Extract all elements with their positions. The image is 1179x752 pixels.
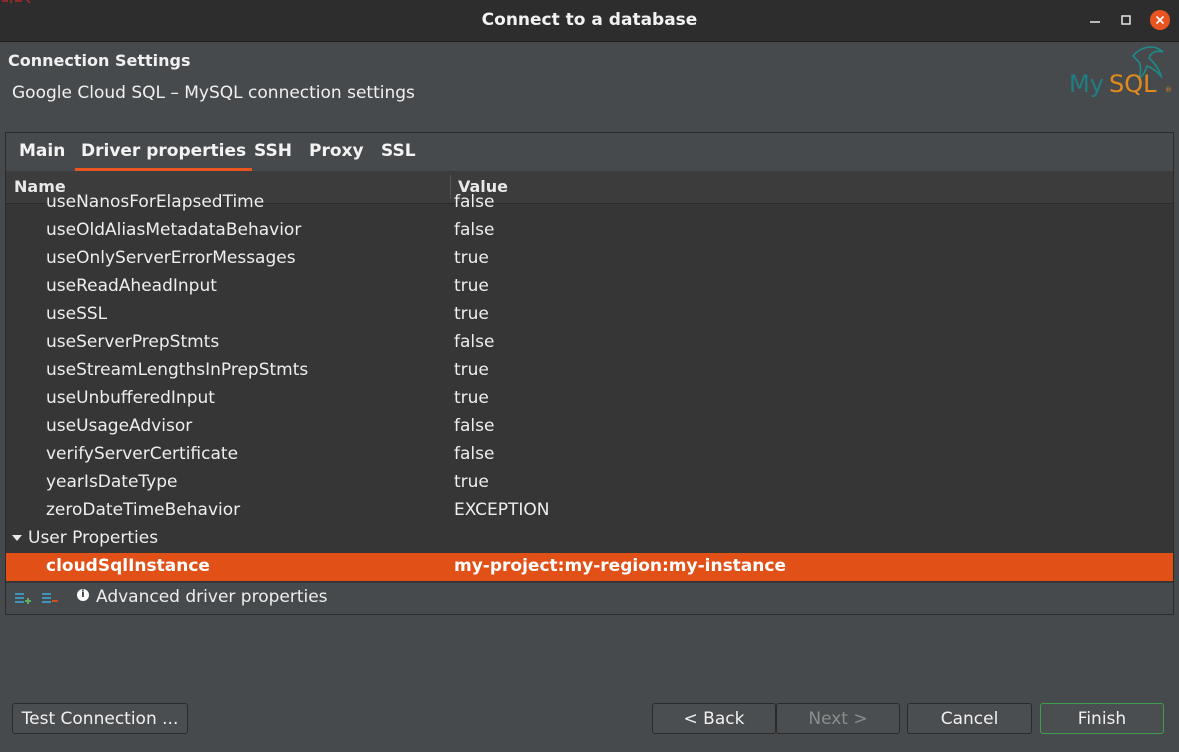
back-button[interactable]: < Back: [652, 703, 776, 734]
expand-arrow-icon[interactable]: [12, 535, 22, 541]
cancel-button[interactable]: Cancel: [907, 703, 1032, 734]
maximize-icon[interactable]: [1116, 10, 1136, 30]
property-value[interactable]: my-project:my-region:my-instance: [454, 556, 786, 576]
table-row[interactable]: useOnlyServerErrorMessages true: [6, 245, 1173, 273]
property-name: useNanosForElapsedTime: [46, 192, 265, 212]
property-value: EXCEPTION: [454, 500, 550, 520]
property-name: useUnbufferedInput: [46, 388, 215, 408]
finish-button[interactable]: Finish: [1040, 703, 1164, 734]
property-value: false: [454, 444, 495, 464]
selected-table-row[interactable]: cloudSqlInstance my-project:my-region:my…: [6, 553, 1173, 581]
table-body: useNanosForElapsedTime false useOldAlias…: [6, 192, 1173, 583]
tab-ssl[interactable]: SSL: [381, 141, 416, 169]
window-title: Connect to a database: [481, 10, 698, 30]
table-row[interactable]: yearIsDateType true: [6, 469, 1173, 497]
tab-main[interactable]: Main: [19, 141, 65, 169]
section-title: Connection Settings: [8, 51, 191, 70]
table-row[interactable]: zeroDateTimeBehavior EXCEPTION: [6, 497, 1173, 525]
property-name: useServerPrepStmts: [46, 332, 220, 352]
table-row[interactable]: useSSL true: [6, 301, 1173, 329]
table-row[interactable]: useNanosForElapsedTime false: [6, 189, 1173, 217]
property-name: useSSL: [46, 304, 108, 324]
property-name: useOnlyServerErrorMessages: [46, 248, 296, 268]
svg-text:SQL: SQL: [1109, 70, 1157, 98]
tab-ssh[interactable]: SSH: [254, 141, 292, 169]
svg-text:My: My: [1069, 70, 1104, 98]
properties-toolbar: i Advanced driver properties: [6, 583, 1173, 614]
property-value: false: [454, 192, 495, 212]
property-name: zeroDateTimeBehavior: [46, 500, 241, 520]
property-name: useOldAliasMetadataBehavior: [46, 220, 302, 240]
test-connection-button[interactable]: Test Connection ...: [12, 703, 188, 734]
tab-proxy[interactable]: Proxy: [309, 141, 364, 169]
property-value: true: [454, 276, 489, 296]
table-row[interactable]: verifyServerCertificate false: [6, 441, 1173, 469]
property-value: true: [454, 472, 489, 492]
property-value: true: [454, 304, 489, 324]
mysql-logo: My SQL ®: [1069, 46, 1172, 98]
remove-property-icon[interactable]: [41, 591, 59, 605]
add-property-icon[interactable]: [14, 591, 32, 605]
info-icon: i: [77, 589, 89, 601]
tab-bar: Main Driver properties SSH Proxy SSL: [6, 133, 1173, 171]
property-name: useUsageAdvisor: [46, 416, 193, 436]
table-row[interactable]: useUsageAdvisor false: [6, 413, 1173, 441]
user-properties-group[interactable]: User Properties: [6, 525, 1173, 553]
table-row[interactable]: useOldAliasMetadataBehavior false: [6, 217, 1173, 245]
table-row[interactable]: useUnbufferedInput true: [6, 385, 1173, 413]
close-icon[interactable]: [1150, 10, 1170, 30]
property-value: true: [454, 360, 489, 380]
property-value: true: [454, 388, 489, 408]
minimize-icon[interactable]: [1085, 10, 1105, 30]
property-name: verifyServerCertificate: [46, 444, 239, 464]
properties-table: Name Value useNanosForElapsedTime false …: [6, 171, 1173, 614]
property-name: useReadAheadInput: [46, 276, 217, 296]
group-label: User Properties: [28, 528, 159, 548]
property-name: useStreamLengthsInPrepStmts: [46, 360, 309, 380]
property-value: false: [454, 220, 495, 240]
property-value: true: [454, 248, 489, 268]
property-value: false: [454, 416, 495, 436]
table-row[interactable]: useStreamLengthsInPrepStmts true: [6, 357, 1173, 385]
property-name: yearIsDateType: [46, 472, 178, 492]
advanced-driver-properties-link[interactable]: Advanced driver properties: [96, 587, 328, 607]
settings-subtitle: Google Cloud SQL – MySQL connection sett…: [12, 83, 415, 103]
tab-driver-properties[interactable]: Driver properties: [74, 141, 253, 171]
table-row[interactable]: useServerPrepStmts false: [6, 329, 1173, 357]
property-value: false: [454, 332, 495, 352]
svg-text:®: ®: [1165, 86, 1172, 94]
property-name: cloudSqlInstance: [46, 556, 210, 576]
next-button[interactable]: Next >: [776, 703, 900, 734]
title-bar: Connect to a database: [0, 0, 1179, 42]
table-row[interactable]: useReadAheadInput true: [6, 273, 1173, 301]
driver-properties-panel: Main Driver properties SSH Proxy SSL Nam…: [5, 132, 1174, 615]
